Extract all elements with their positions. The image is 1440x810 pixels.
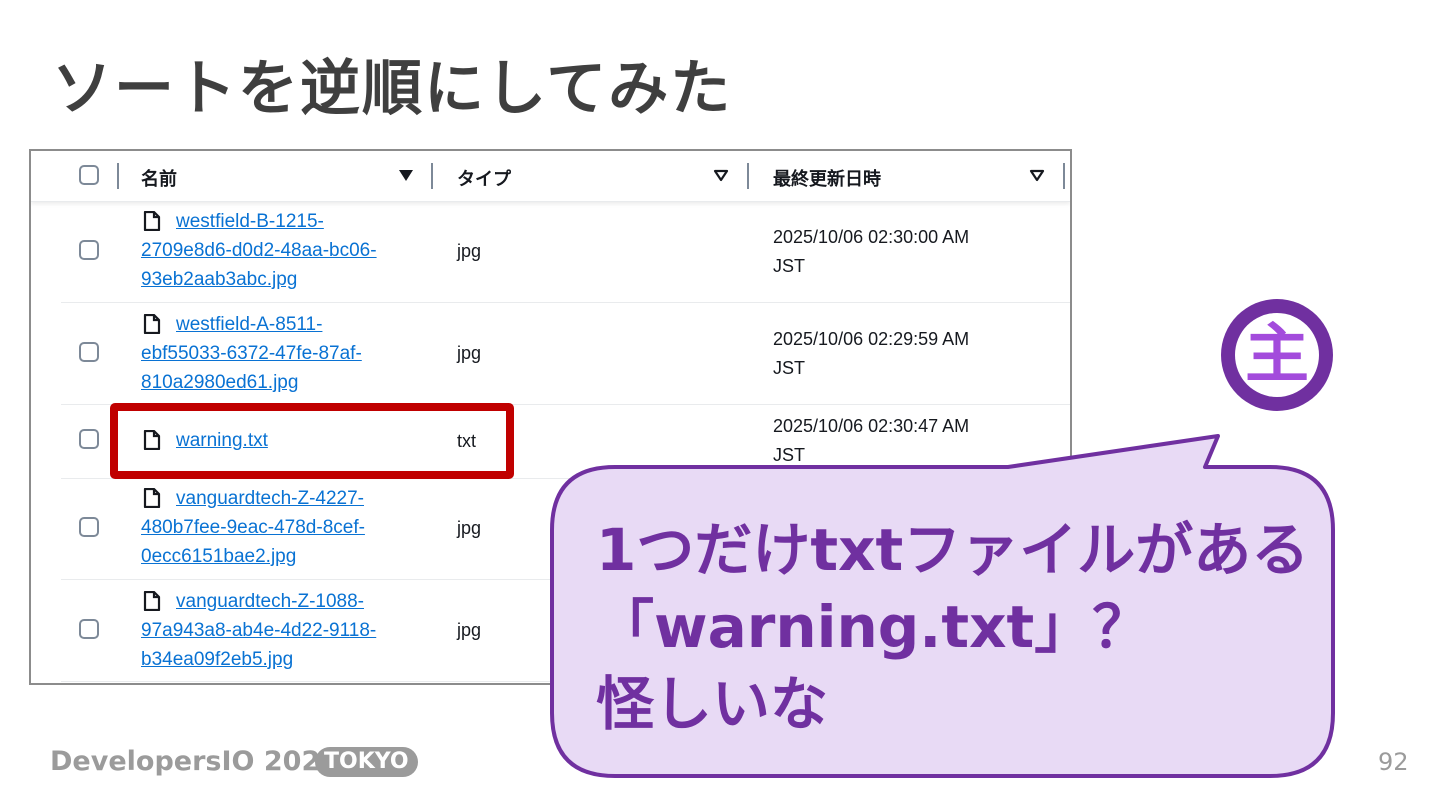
row-checkbox[interactable] — [79, 429, 99, 449]
file-icon — [143, 314, 161, 334]
column-header-type[interactable]: タイプ — [457, 165, 511, 191]
select-all-checkbox[interactable] — [79, 165, 99, 185]
object-type: jpg — [457, 518, 482, 538]
object-link[interactable]: 0ecc6151bae2.jpg — [141, 542, 296, 571]
object-link[interactable]: vanguardtech-Z-4227- — [176, 484, 364, 513]
row-checkbox[interactable] — [79, 240, 99, 260]
row-checkbox[interactable] — [79, 342, 99, 362]
row-checkbox[interactable] — [79, 619, 99, 639]
object-link[interactable]: vanguardtech-Z-1088- — [176, 587, 364, 616]
callout-line: 1つだけtxtファイルがある — [596, 516, 1310, 584]
object-last-modified: 2025/10/06 02:29:59 AM — [773, 329, 970, 349]
object-link[interactable]: westfield-A-8511- — [176, 310, 322, 339]
object-last-modified: 2025/10/06 02:30:00 AM — [773, 227, 970, 247]
object-link[interactable]: 93eb2aab3abc.jpg — [141, 265, 297, 294]
file-icon — [143, 488, 161, 508]
file-icon — [143, 591, 161, 611]
object-link[interactable]: 810a2980ed61.jpg — [141, 368, 298, 397]
object-link[interactable]: b34ea09f2eb5.jpg — [141, 645, 293, 674]
page-number: 92 — [1378, 748, 1409, 776]
highlight-box-warning-txt — [110, 403, 514, 479]
object-link[interactable]: 2709e8d6-d0d2-48aa-bc06- — [141, 236, 377, 265]
object-type: jpg — [457, 620, 482, 640]
row-checkbox[interactable] — [79, 517, 99, 537]
column-header-last-modified[interactable]: 最終更新日時 — [773, 165, 881, 191]
table-header: 名前 タイプ 最終更新日時 — [31, 151, 1070, 202]
column-separator[interactable] — [747, 163, 749, 189]
footer-brand: DevelopersIO 2025 — [50, 746, 340, 777]
object-last-modified: JST — [773, 256, 806, 276]
callout-line: 怪しいな — [596, 670, 829, 738]
object-type: jpg — [457, 241, 482, 261]
sort-inactive-icon[interactable] — [712, 167, 730, 183]
speaker-badge-glyph: 主 — [1235, 313, 1319, 397]
speaker-badge: 主 — [1221, 299, 1333, 411]
footer-tag: TOKYO — [315, 747, 418, 777]
object-link[interactable]: westfield-B-1215- — [176, 207, 324, 236]
object-last-modified: JST — [773, 358, 806, 378]
object-last-modified: 2025/10/06 02:30:47 AM — [773, 416, 970, 436]
object-link[interactable]: ebf55033-6372-47fe-87af- — [141, 339, 362, 368]
column-separator — [117, 163, 119, 189]
object-type: jpg — [457, 343, 482, 363]
column-separator[interactable] — [431, 163, 433, 189]
slide-title: ソートを逆順にしてみた — [52, 54, 733, 124]
file-icon — [143, 211, 161, 231]
callout-text: 1つだけtxtファイルがある 「warning.txt」？ 怪しいな — [596, 512, 1316, 743]
callout-line: 「warning.txt」？ — [596, 593, 1151, 661]
column-header-name[interactable]: 名前 — [141, 165, 177, 191]
object-last-modified: JST — [773, 445, 806, 465]
sort-inactive-icon[interactable] — [1028, 167, 1046, 183]
object-link[interactable]: 97a943a8-ab4e-4d22-9118- — [141, 616, 376, 645]
sort-descending-icon[interactable] — [397, 167, 415, 183]
column-separator[interactable] — [1063, 163, 1065, 189]
object-link[interactable]: 480b7fee-9eac-478d-8cef- — [141, 513, 365, 542]
